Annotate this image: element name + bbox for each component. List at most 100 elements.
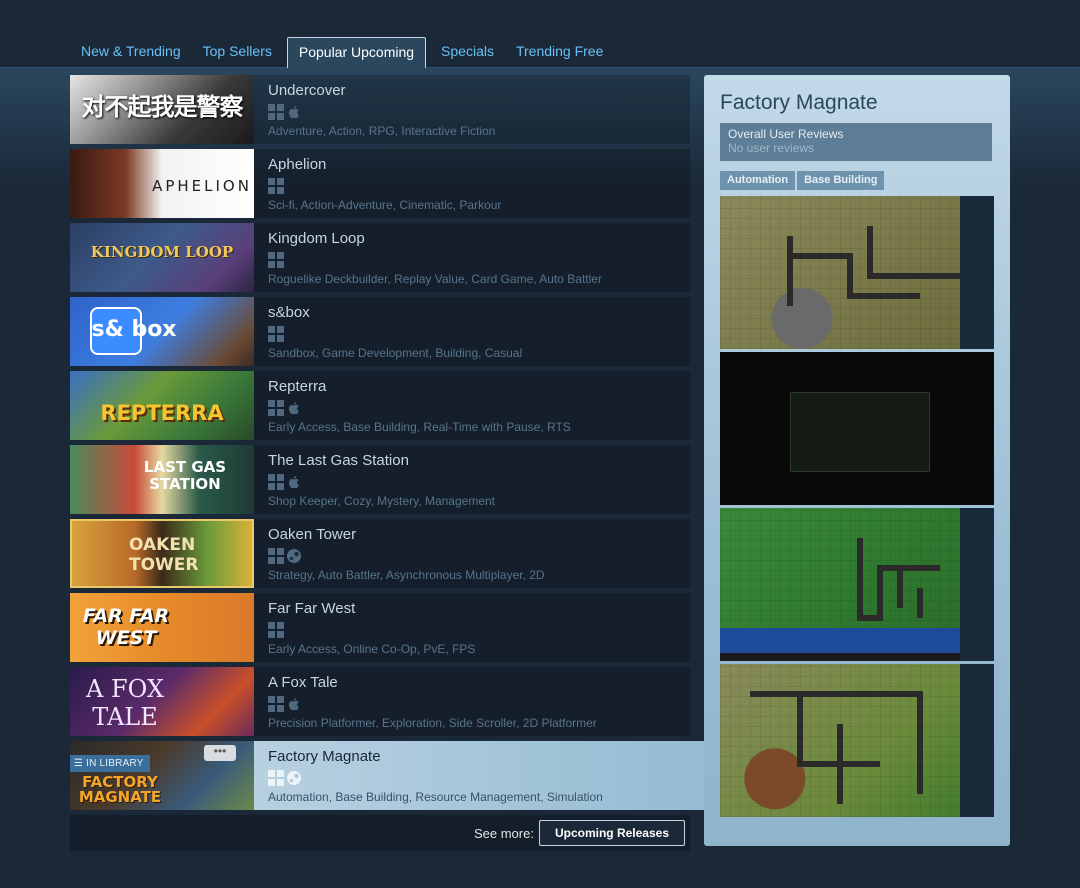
capsule-title: REPTERRA <box>100 401 224 425</box>
see-more-label: See more: <box>473 825 534 841</box>
game-tags: Early Access, Base Building, Real-Time w… <box>268 420 571 434</box>
screenshot-1 <box>720 196 994 349</box>
game-name: Repterra <box>268 378 327 395</box>
windows-icon <box>268 474 284 490</box>
mac-icon <box>288 402 299 415</box>
capsule-title: APHELION <box>152 177 252 195</box>
preview-tag[interactable]: Automation <box>720 171 796 190</box>
platform-icons <box>268 474 495 490</box>
platform-icons <box>268 178 501 194</box>
platform-icons <box>268 622 475 638</box>
game-name: Factory Magnate <box>268 748 381 765</box>
game-tags: Strategy, Auto Battler, Asynchronous Mul… <box>268 568 545 582</box>
game-row-factory-magnate[interactable]: FACTORY MAGNATE ☰ IN LIBRARY ••• Factory… <box>70 741 704 810</box>
game-tags: Shop Keeper, Cozy, Mystery, Management <box>268 494 495 508</box>
tab-specials[interactable]: Specials <box>430 37 505 68</box>
game-row-oaken-tower[interactable]: OAKEN TOWER Oaken Tower Strategy, Auto B… <box>70 519 690 588</box>
in-library-badge: ☰ IN LIBRARY <box>70 755 150 772</box>
tab-top-sellers[interactable]: Top Sellers <box>192 37 283 68</box>
mac-icon <box>288 698 299 711</box>
game-capsule: OAKEN TOWER <box>70 519 254 588</box>
game-row-undercover[interactable]: 对不起我是警察 Undercover Adventure, Action, RP… <box>70 75 690 144</box>
platform-icons <box>268 104 495 120</box>
mac-icon <box>288 106 299 119</box>
objective-dialog <box>790 392 930 472</box>
preview-tags: Automation Base Building <box>720 171 885 190</box>
preview-title: Factory Magnate <box>720 91 878 114</box>
game-row-sbox[interactable]: s& box s&box Sandbox, Game Development, … <box>70 297 690 366</box>
screenshot-2 <box>720 352 994 505</box>
platform-icons <box>268 400 571 416</box>
game-row-a-fox-tale[interactable]: A FOX TALE A Fox Tale Precision Platform… <box>70 667 690 736</box>
game-name: Far Far West <box>268 600 356 617</box>
game-capsule: KINGDOM LOOP <box>70 223 254 292</box>
game-capsule: s& box <box>70 297 254 366</box>
game-tags: Roguelike Deckbuilder, Replay Value, Car… <box>268 272 602 286</box>
tab-bar: New & Trending Top Sellers Popular Upcom… <box>70 37 614 68</box>
windows-icon <box>268 178 284 194</box>
game-row-repterra[interactable]: REPTERRA Repterra Early Access, Base Bui… <box>70 371 690 440</box>
game-list: 对不起我是警察 Undercover Adventure, Action, RP… <box>70 75 704 815</box>
game-capsule: REPTERRA <box>70 371 254 440</box>
game-name: Kingdom Loop <box>268 230 365 247</box>
windows-icon <box>268 548 284 564</box>
platform-icons <box>268 252 602 268</box>
review-summary: Overall User Reviews No user reviews <box>720 123 992 161</box>
factory-belts <box>750 691 923 804</box>
list-icon: ☰ <box>74 758 84 769</box>
in-library-label: IN LIBRARY <box>86 758 144 769</box>
capsule-title: s& box <box>91 317 177 342</box>
game-name: Aphelion <box>268 156 327 173</box>
game-capsule: 对不起我是警察 <box>70 75 254 144</box>
windows-icon <box>268 400 284 416</box>
screenshot-3 <box>720 508 994 661</box>
factory-belts <box>857 538 940 621</box>
tab-trending-free[interactable]: Trending Free <box>505 37 614 68</box>
game-tags: Sci-fi, Action-Adventure, Cinematic, Par… <box>268 198 502 212</box>
game-name: A Fox Tale <box>268 674 338 691</box>
game-preview-panel: Factory Magnate Overall User Reviews No … <box>704 75 1010 846</box>
game-tags: Precision Platformer, Exploration, Side … <box>268 716 597 730</box>
upcoming-releases-button[interactable]: Upcoming Releases <box>538 820 685 846</box>
capsule-title: KINGDOM LOOP <box>90 243 234 261</box>
game-tags: Automation, Base Building, Resource Mana… <box>268 790 603 804</box>
windows-icon <box>268 770 284 786</box>
game-tags: Sandbox, Game Development, Building, Cas… <box>268 346 523 360</box>
capsule-title: FAR FAR WEST <box>82 605 170 649</box>
capsule-title: LAST GAS STATION <box>143 458 227 493</box>
capsule-title: OAKEN TOWER <box>129 535 199 575</box>
preview-tag[interactable]: Base Building <box>797 171 885 190</box>
screenshot-4 <box>720 664 994 817</box>
see-more-bar: See more: Upcoming Releases <box>70 815 690 851</box>
platform-icons <box>268 770 603 786</box>
game-name: Undercover <box>268 82 346 99</box>
windows-icon <box>268 326 284 342</box>
windows-icon <box>268 252 284 268</box>
game-row-aphelion[interactable]: APHELION Aphelion Sci-fi, Action-Adventu… <box>70 149 690 218</box>
game-row-far-far-west[interactable]: FAR FAR WEST Far Far West Early Access, … <box>70 593 690 662</box>
game-tags: Early Access, Online Co-Op, PvE, FPS <box>268 642 476 656</box>
platform-icons <box>268 548 545 564</box>
steamos-icon <box>287 771 301 785</box>
game-name: Oaken Tower <box>268 526 357 543</box>
game-capsule: FACTORY MAGNATE ☰ IN LIBRARY ••• <box>70 741 254 810</box>
game-tags: Adventure, Action, RPG, Interactive Fict… <box>268 124 496 138</box>
game-row-kingdom-loop[interactable]: KINGDOM LOOP Kingdom Loop Roguelike Deck… <box>70 223 690 292</box>
more-options-button[interactable]: ••• <box>204 745 236 761</box>
capsule-title: FACTORY MAGNATE <box>78 773 162 806</box>
tab-popular-upcoming[interactable]: Popular Upcoming <box>286 37 427 68</box>
game-capsule: A FOX TALE <box>70 667 254 736</box>
reviews-value: No user reviews <box>728 141 815 155</box>
tab-new-trending[interactable]: New & Trending <box>70 37 192 68</box>
game-capsule: APHELION <box>70 149 254 218</box>
game-capsule: LAST GAS STATION <box>70 445 254 514</box>
reviews-heading: Overall User Reviews <box>728 127 844 141</box>
windows-icon <box>268 104 284 120</box>
game-name: s&box <box>268 304 310 321</box>
capsule-title: A FOX TALE <box>86 675 164 731</box>
platform-icons <box>268 696 597 712</box>
game-row-last-gas-station[interactable]: LAST GAS STATION The Last Gas Station Sh… <box>70 445 690 514</box>
windows-icon <box>268 622 284 638</box>
game-capsule: FAR FAR WEST <box>70 593 254 662</box>
steamos-icon <box>287 549 301 563</box>
